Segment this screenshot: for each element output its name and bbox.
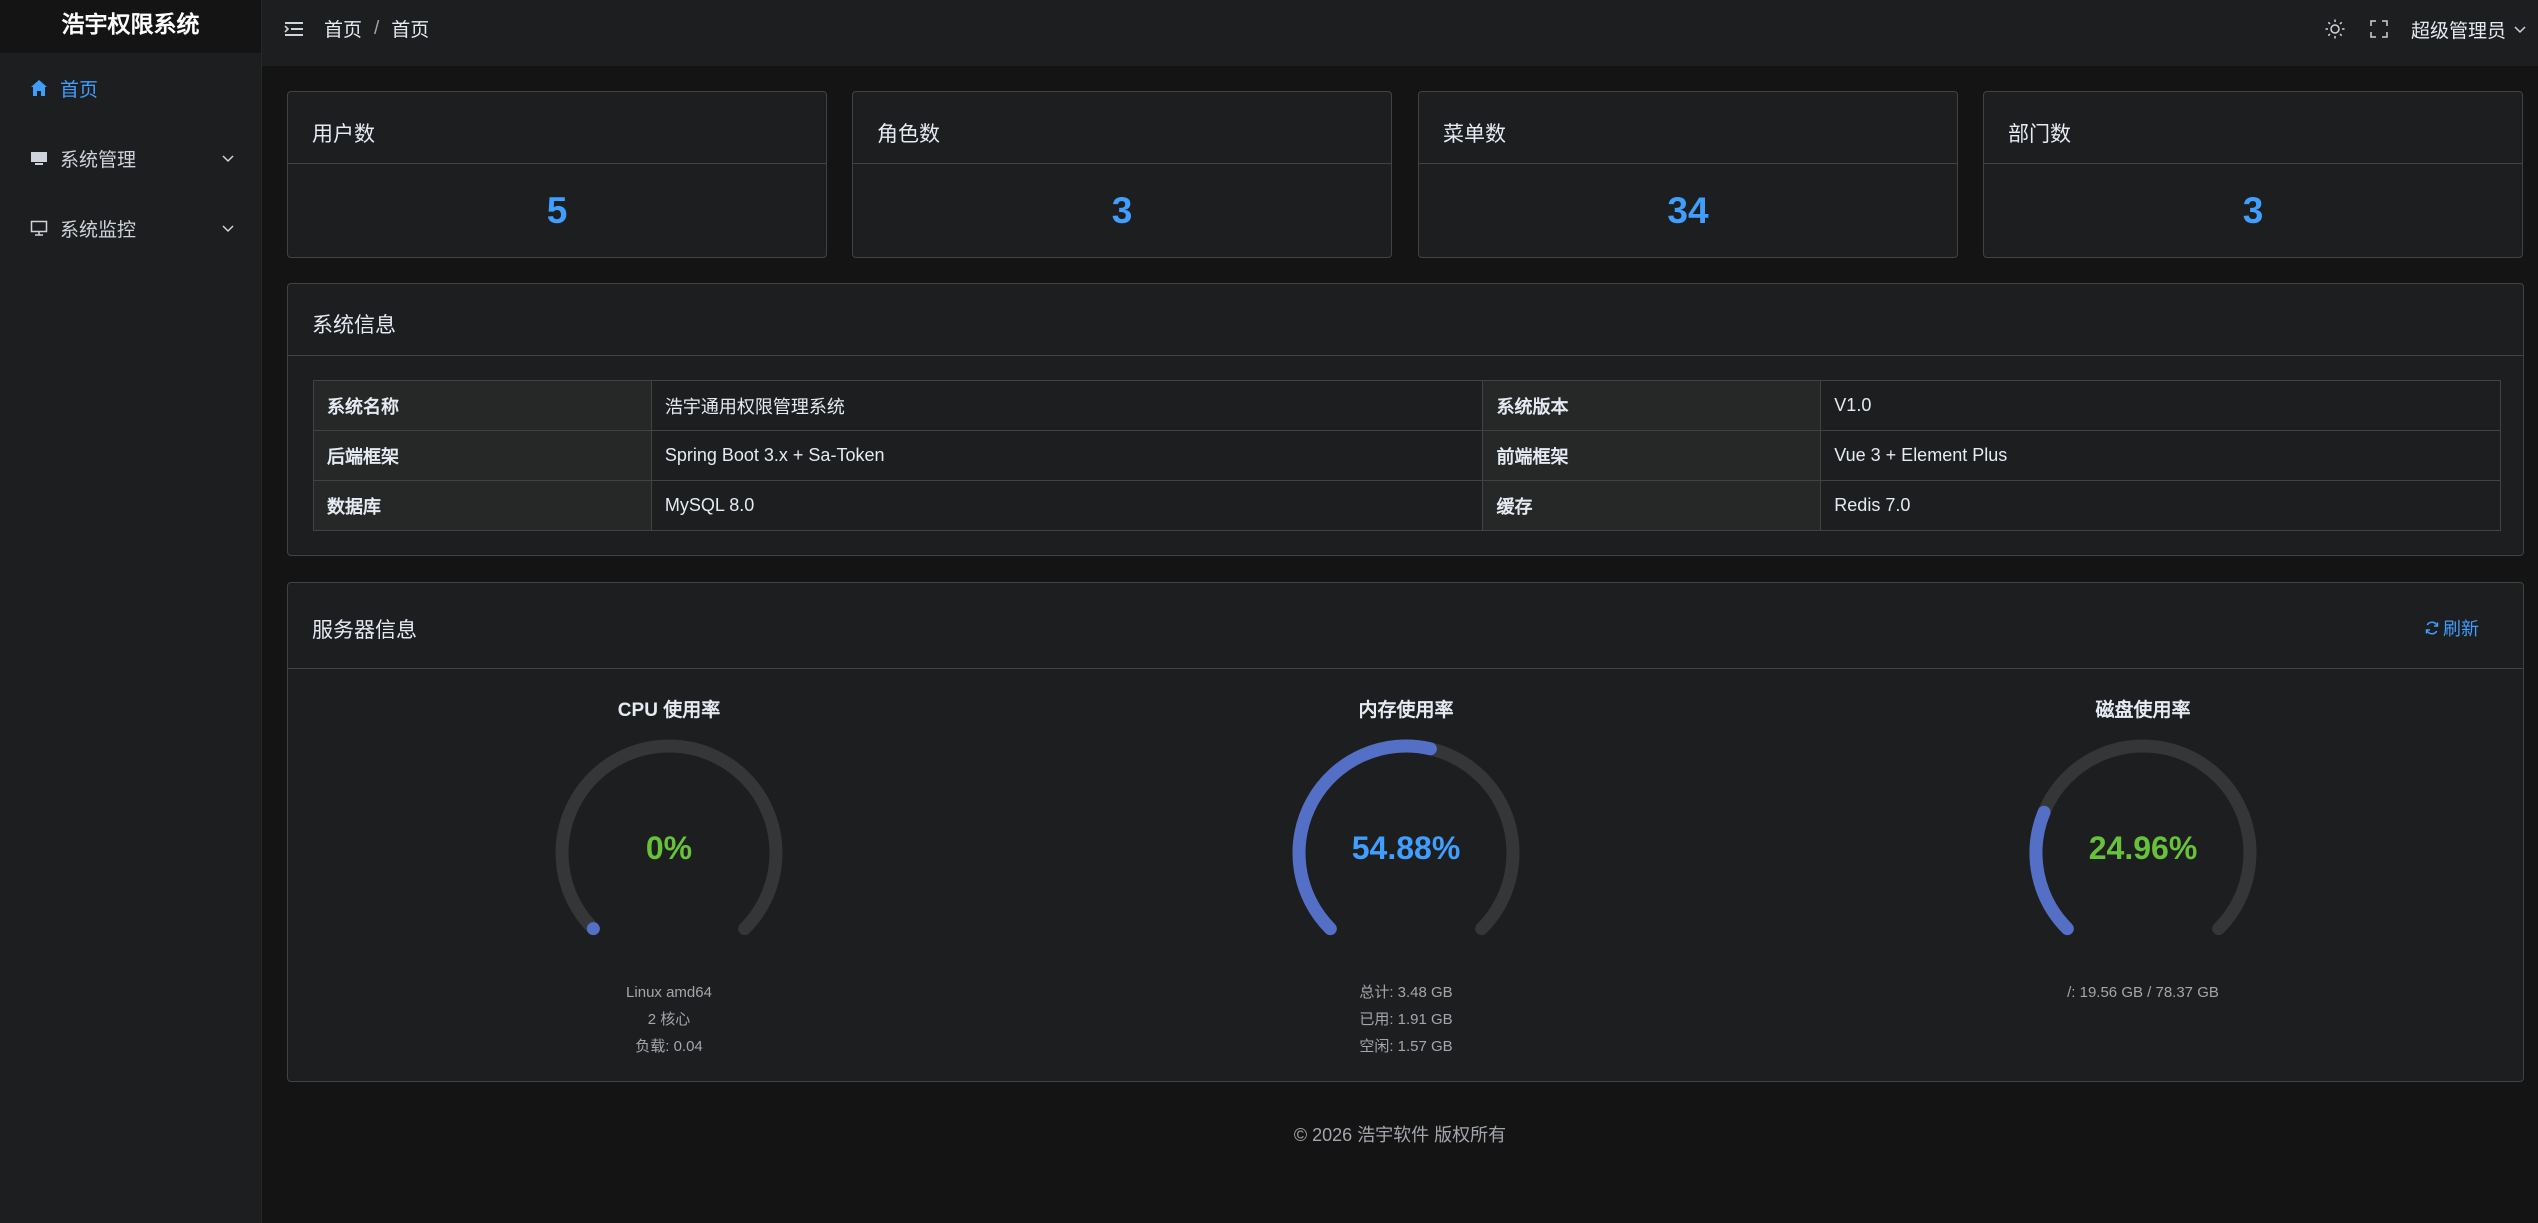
divider xyxy=(1984,163,2522,164)
system-info-card: 系统信息 系统名称 浩宇通用权限管理系统 系统版本 V1.0 后端框架 Spri… xyxy=(287,283,2524,556)
stat-title: 角色数 xyxy=(877,123,940,146)
sidebar-item-system-management[interactable]: 系统管理 xyxy=(0,123,262,193)
breadcrumb-separator: / xyxy=(374,17,380,39)
breadcrumb: 首页 / 首页 xyxy=(324,15,429,42)
refresh-label: 刷新 xyxy=(2443,619,2479,639)
stat-card-menus: 菜单数 34 xyxy=(1418,91,1958,258)
top-header: 首页 / 首页 超级管理员 xyxy=(262,0,2538,66)
refresh-icon xyxy=(2425,621,2439,635)
home-icon xyxy=(28,77,50,99)
divider xyxy=(288,355,2523,356)
table-row: 系统名称 浩宇通用权限管理系统 系统版本 V1.0 xyxy=(313,380,2501,431)
breadcrumb-item-current: 首页 xyxy=(391,20,430,41)
gauge-title: CPU 使用率 xyxy=(617,700,721,721)
info-label: 缓存 xyxy=(1482,480,1822,531)
sidebar-item-label: 系统监控 xyxy=(60,219,137,241)
desktop-icon xyxy=(28,217,50,239)
stat-value: 34 xyxy=(1667,190,1709,231)
divider xyxy=(288,163,826,164)
info-label: 数据库 xyxy=(313,480,652,531)
footer-copyright: © 2026 浩宇软件 版权所有 xyxy=(1293,1125,1507,1145)
gauge-title: 内存使用率 xyxy=(1358,700,1454,721)
info-value: Redis 7.0 xyxy=(1820,480,2501,531)
user-menu[interactable]: 超级管理员 xyxy=(2411,16,2528,43)
gauge-details: /: 19.56 GB / 78.37 GB xyxy=(1943,979,2343,1006)
gauge-detail-line: 2 核心 xyxy=(647,1011,691,1028)
monitor-icon xyxy=(28,147,50,169)
stat-card-departments: 部门数 3 xyxy=(1983,91,2523,258)
gauge-value: 54.88% xyxy=(1351,830,1461,866)
info-value: V1.0 xyxy=(1820,380,2501,431)
info-value: MySQL 8.0 xyxy=(650,480,1484,531)
info-label: 后端框架 xyxy=(313,430,652,481)
header-actions: 超级管理员 xyxy=(2323,14,2538,44)
info-label: 前端框架 xyxy=(1482,430,1822,481)
refresh-button[interactable]: 刷新 xyxy=(2424,615,2479,641)
info-value: Vue 3 + Element Plus xyxy=(1820,430,2501,481)
stat-value: 5 xyxy=(546,190,568,231)
stat-value: 3 xyxy=(2242,190,2264,231)
gauge-value: 24.96% xyxy=(2088,830,2198,866)
divider xyxy=(288,668,2523,669)
gauge-details: 总计: 3.48 GB 已用: 1.91 GB 空闲: 1.57 GB xyxy=(1206,979,1606,1060)
system-info-table: 系统名称 浩宇通用权限管理系统 系统版本 V1.0 后端框架 Spring Bo… xyxy=(313,380,2501,531)
info-value: 浩宇通用权限管理系统 xyxy=(650,380,1484,431)
hamburger-menu-icon[interactable] xyxy=(282,18,306,40)
stat-title: 菜单数 xyxy=(1443,123,1506,146)
chevron-down-icon xyxy=(2514,26,2526,34)
sidebar-item-label: 首页 xyxy=(60,79,99,101)
info-value: Spring Boot 3.x + Sa-Token xyxy=(650,430,1484,481)
stat-title: 部门数 xyxy=(2008,123,2071,146)
stat-card-roles: 角色数 3 xyxy=(852,91,1392,258)
sun-icon[interactable] xyxy=(2323,17,2347,41)
gauge-detail-line: Linux amd64 xyxy=(626,984,712,1001)
chevron-down-icon xyxy=(222,225,234,233)
gauge-details: Linux amd64 2 核心 负载: 0.04 xyxy=(469,979,869,1060)
gauge-value: 0% xyxy=(645,830,693,866)
fullscreen-icon[interactable] xyxy=(2367,17,2391,41)
info-label: 系统名称 xyxy=(313,380,652,431)
sidebar-item-home[interactable]: 首页 xyxy=(0,53,262,123)
stat-title: 用户数 xyxy=(312,123,375,146)
sidebar-item-label: 系统管理 xyxy=(60,149,137,171)
gauge-detail-line: 负载: 0.04 xyxy=(635,1038,703,1055)
user-name: 超级管理员 xyxy=(2410,20,2506,42)
sidebar: 浩宇权限系统 首页 系统管理 系统监控 xyxy=(0,0,262,1223)
sidebar-item-system-monitor[interactable]: 系统监控 xyxy=(0,193,262,263)
breadcrumb-item[interactable]: 首页 xyxy=(324,15,362,42)
section-title: 系统信息 xyxy=(312,314,396,337)
gauge-detail-line: 空闲: 1.57 GB xyxy=(1359,1038,1453,1055)
info-label: 系统版本 xyxy=(1482,380,1822,431)
gauge-detail-line: /: 19.56 GB / 78.37 GB xyxy=(2067,984,2219,1001)
stat-card-users: 用户数 5 xyxy=(287,91,827,258)
divider xyxy=(853,163,1391,164)
brand-title: 浩宇权限系统 xyxy=(0,0,261,53)
gauge-detail-line: 总计: 3.48 GB xyxy=(1359,984,1453,1001)
divider xyxy=(1419,163,1957,164)
chevron-down-icon xyxy=(222,155,234,163)
stat-value: 3 xyxy=(1111,190,1133,231)
gauge-detail-line: 已用: 1.91 GB xyxy=(1359,1011,1453,1028)
server-info-card: 服务器信息 刷新 CPU 使用率 0% Linux amd64 2 核心 负载:… xyxy=(287,582,2524,1082)
section-title: 服务器信息 xyxy=(312,619,417,642)
gauge-title: 磁盘使用率 xyxy=(2095,700,2191,721)
table-row: 后端框架 Spring Boot 3.x + Sa-Token 前端框架 Vue… xyxy=(313,430,2501,481)
table-row: 数据库 MySQL 8.0 缓存 Redis 7.0 xyxy=(313,480,2501,531)
